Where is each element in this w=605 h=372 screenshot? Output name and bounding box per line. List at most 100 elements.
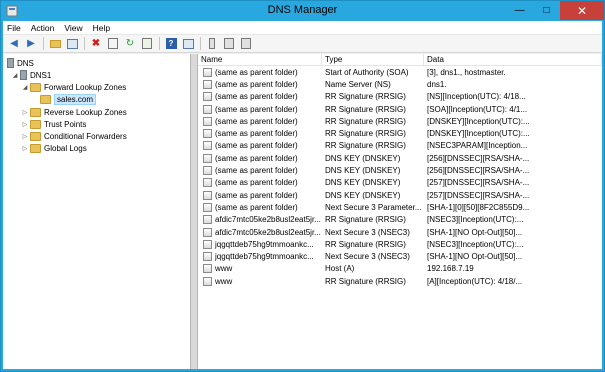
record-icon [203,166,212,176]
panes: DNS ◢ DNS1 ◢ Forward Lookup Zones sales.… [3,54,602,369]
expand-arrow-icon[interactable]: ▷ [21,145,29,152]
expand-arrow-icon[interactable]: ▷ [21,109,29,116]
title-bar[interactable]: DNS Manager — □ ✕ [1,1,604,21]
record-row[interactable]: www Host (A) 192.168.7.19 [198,263,602,275]
new-alias-icon[interactable] [222,37,236,51]
menu-view[interactable]: View [64,23,82,33]
record-row[interactable]: jqgqttdeb75hg9tmmoankc... Next Secure 3 (… [198,250,602,262]
properties-icon[interactable] [106,37,120,51]
record-name-cell: jqgqttdeb75hg9tmmoankc... [198,252,322,262]
record-name: afdic7mtc05ke2b8usl2eat5jr... [215,227,321,237]
refresh-icon[interactable]: ↻ [123,37,137,51]
menu-action[interactable]: Action [31,23,55,33]
record-row[interactable]: afdic7mtc05ke2b8usl2eat5jr... Next Secure… [198,226,602,238]
record-name: (same as parent folder) [215,116,298,126]
dns-server-icon [7,58,14,68]
collapse-arrow-icon[interactable]: ◢ [21,84,29,91]
collapse-arrow-icon[interactable]: ◢ [11,72,19,79]
tree-label: DNS1 [30,70,52,80]
expand-arrow-icon[interactable]: ▷ [21,133,29,140]
record-icon [203,190,212,200]
column-header-data[interactable]: Data [424,54,602,65]
up-folder-icon[interactable] [48,37,62,51]
new-mail-exchanger-icon[interactable] [239,37,253,51]
record-icon [203,239,212,249]
menu-file[interactable]: File [7,23,21,33]
tree-forward-lookup-zones[interactable]: ◢ Forward Lookup Zones [21,81,126,93]
record-name-cell: (same as parent folder) [198,202,322,212]
maximize-button[interactable]: □ [533,1,560,20]
console-icon[interactable] [181,37,195,51]
help-icon[interactable]: ? [164,37,178,51]
record-row[interactable]: www RR Signature (RRSIG) [A][Inception(UTC… [198,275,602,287]
record-row[interactable]: jqgqttdeb75hg9tmmoankc... RR Signature (R… [198,238,602,250]
tree-label: DNS [17,58,34,68]
menu-help[interactable]: Help [93,23,110,33]
forward-icon[interactable]: ▶ [24,37,38,51]
record-row[interactable]: afdic7mtc05ke2b8usl2eat5jr... RR Signatur… [198,214,602,226]
record-type: RR Signature (RRSIG) [325,141,406,151]
record-icon [203,153,212,163]
record-row[interactable]: (same as parent folder) RR Signature (RRS… [198,91,602,103]
column-header-name[interactable]: Name [198,54,322,65]
close-button[interactable]: ✕ [560,1,604,20]
record-row[interactable]: (same as parent folder) Next Secure 3 Par… [198,201,602,213]
record-name-cell: (same as parent folder) [198,104,322,114]
delete-icon[interactable]: ✖ [89,37,103,51]
expand-arrow-icon[interactable]: ▷ [21,121,29,128]
record-name-cell: (same as parent folder) [198,153,322,163]
record-data: [A][Inception(UTC): 4/18/... [427,276,523,286]
record-icon [203,67,212,77]
record-row[interactable]: (same as parent folder) RR Signature (RRS… [198,115,602,127]
zone-icon [40,94,51,104]
tree-global-logs[interactable]: ▷ Global Logs [21,142,87,154]
record-data: [3], dns1., hostmaster. [427,67,506,77]
record-row[interactable]: (same as parent folder) DNS KEY (DNSKEY) [… [198,152,602,164]
record-name-cell: (same as parent folder) [198,166,322,176]
record-type: RR Signature (RRSIG) [325,129,406,139]
new-host-icon[interactable] [205,37,219,51]
minimize-button[interactable]: — [506,1,533,20]
record-name: (same as parent folder) [215,129,298,139]
record-type: RR Signature (RRSIG) [325,92,406,102]
tree-root-dns[interactable]: DNS [5,57,34,69]
record-row[interactable]: (same as parent folder) DNS KEY (DNSKEY) [… [198,177,602,189]
record-row[interactable]: (same as parent folder) DNS KEY (DNSKEY) [… [198,189,602,201]
toolbar: ◀ ▶ ✖ ↻ ? [3,35,602,53]
record-row[interactable]: (same as parent folder) Name Server (NS) d… [198,78,602,90]
tree-label: Global Logs [44,143,87,153]
record-type: RR Signature (RRSIG) [325,276,406,286]
record-row[interactable]: (same as parent folder) RR Signature (RRS… [198,140,602,152]
tree-reverse-lookup-zones[interactable]: ▷ Reverse Lookup Zones [21,106,127,118]
record-name-cell: afdic7mtc05ke2b8usl2eat5jr... [198,215,322,225]
record-row[interactable]: (same as parent folder) RR Signature (RRS… [198,127,602,139]
record-type: Next Secure 3 (NSEC3) [325,252,410,262]
column-header-type[interactable]: Type [322,54,424,65]
show-hide-tree-icon[interactable] [65,37,79,51]
record-name-cell: afdic7mtc05ke2b8usl2eat5jr... [198,227,322,237]
client-area: File Action View Help ◀ ▶ ✖ ↻ ? DNS ◢ DN… [3,21,602,369]
record-row[interactable]: (same as parent folder) RR Signature (RRS… [198,103,602,115]
record-row[interactable]: (same as parent folder) Start of Authorit… [198,66,602,78]
tree-label: Forward Lookup Zones [44,82,127,92]
record-name: (same as parent folder) [215,141,298,151]
tree-server-dns1[interactable]: ◢ DNS1 [11,69,51,81]
record-type: Name Server (NS) [325,79,391,89]
record-type: Start of Authority (SOA) [325,67,409,77]
toolbar-separator [200,37,201,50]
record-name-cell: (same as parent folder) [198,67,322,77]
record-name-cell: (same as parent folder) [198,116,322,126]
record-icon [203,141,212,151]
back-icon[interactable]: ◀ [7,37,21,51]
record-type: RR Signature (RRSIG) [325,116,406,126]
export-icon[interactable] [140,37,154,51]
record-name-cell: (same as parent folder) [198,129,322,139]
record-name: afdic7mtc05ke2b8usl2eat5jr... [215,215,321,225]
tree-conditional-forwarders[interactable]: ▷ Conditional Forwarders [21,130,127,142]
record-icon [203,215,212,225]
record-type: DNS KEY (DNSKEY) [325,190,401,200]
tree-label: Reverse Lookup Zones [44,107,127,117]
record-row[interactable]: (same as parent folder) DNS KEY (DNSKEY) [… [198,164,602,176]
tree-trust-points[interactable]: ▷ Trust Points [21,118,86,130]
tree-zone-sales-com[interactable]: sales.com [39,93,97,105]
